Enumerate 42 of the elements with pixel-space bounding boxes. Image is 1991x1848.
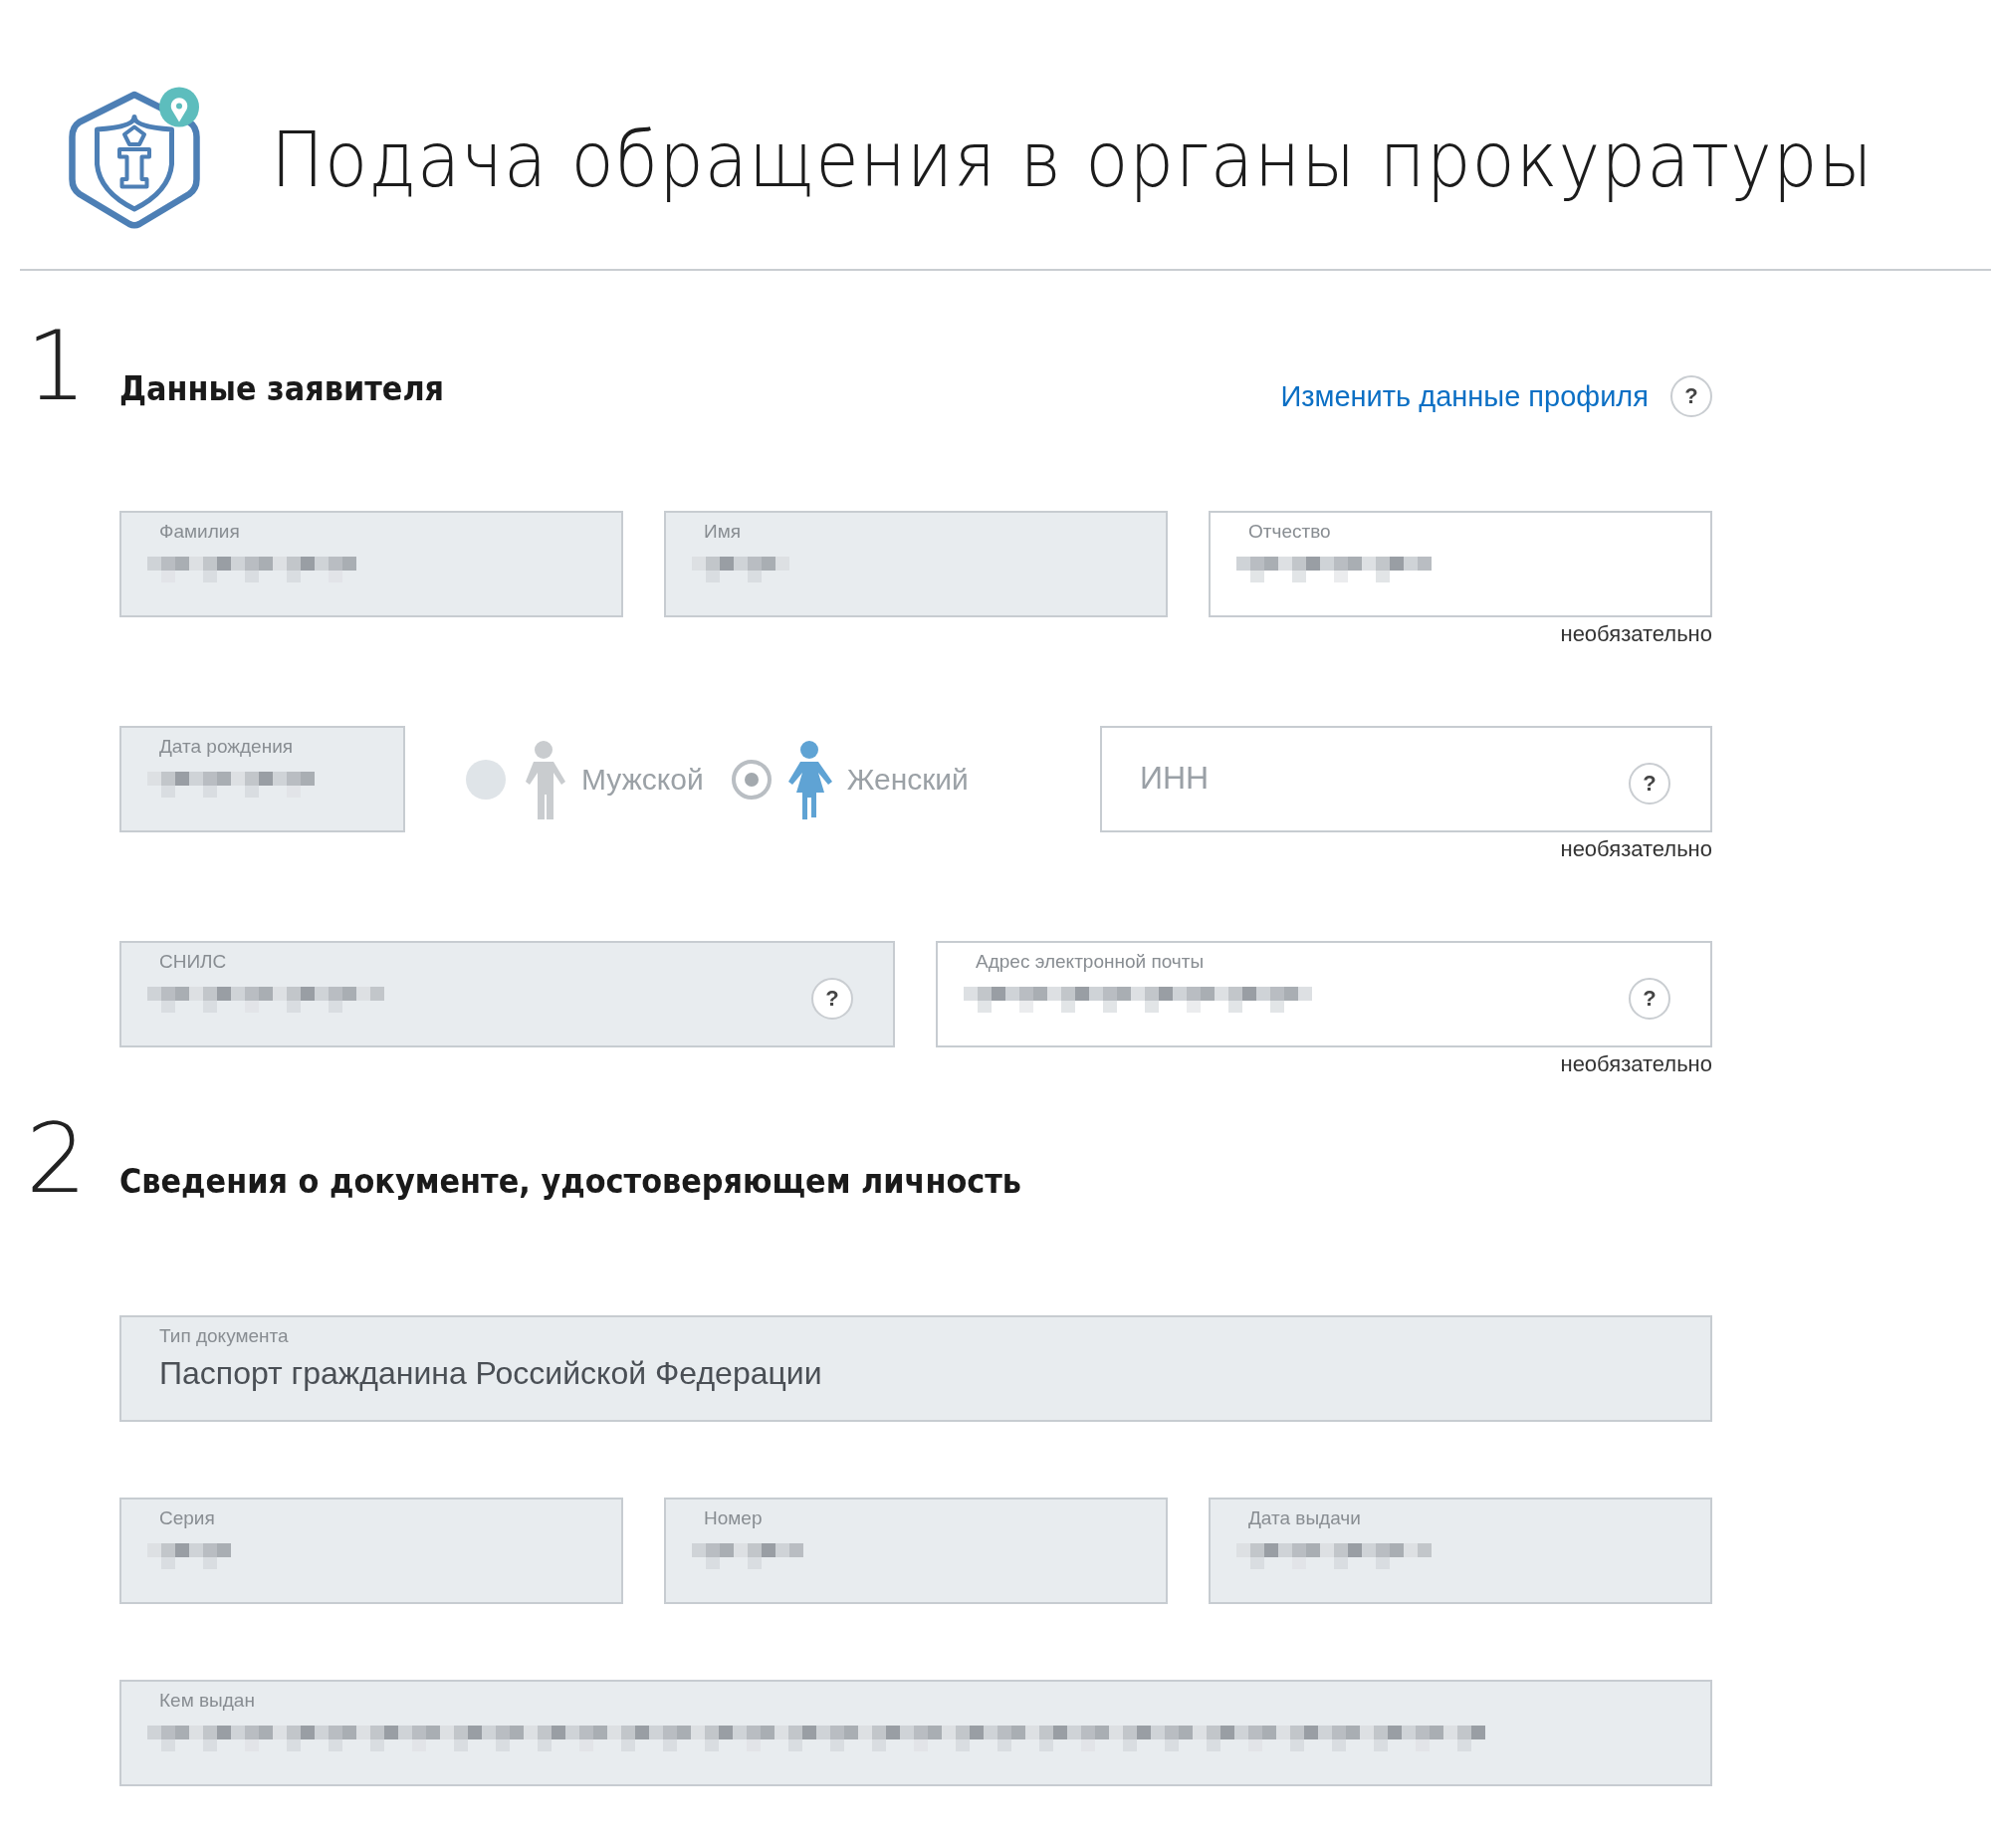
help-button[interactable]: ? <box>1670 375 1712 417</box>
field-label: Отчество <box>1248 521 1332 543</box>
optional-note: необязательно <box>1560 836 1712 863</box>
field-label: Тип документа <box>159 1325 290 1347</box>
field-label: Адрес электронной почты <box>976 951 1206 973</box>
field-label: Номер <box>704 1507 764 1529</box>
text-field[interactable]: Серия <box>119 1498 623 1604</box>
help-button[interactable]: ? <box>1629 977 1670 1020</box>
page-title: Подача обращения в органы прокуратуры <box>271 115 1874 204</box>
gender-label: Женский <box>846 762 969 797</box>
text-field[interactable]: Дата выдачи <box>1209 1498 1712 1604</box>
text-field[interactable]: СНИЛС ? <box>119 941 895 1047</box>
text-field[interactable]: Отчество <box>1209 511 1712 617</box>
field-label: Кем выдан <box>159 1690 256 1712</box>
step-number: 1 <box>25 319 89 424</box>
optional-note: необязательно <box>1560 621 1712 648</box>
field-label: Фамилия <box>159 521 241 543</box>
text-field[interactable]: Имя <box>664 511 1168 617</box>
field-placeholder: ИНН <box>1140 760 1211 797</box>
field-value: Паспорт гражданина Российской Федерации <box>159 1355 823 1392</box>
gender-radio[interactable] <box>731 759 772 800</box>
field-label: СНИЛС <box>159 951 228 973</box>
field-label: Серия <box>159 1507 216 1529</box>
edit-profile-link[interactable]: Изменить данные профиля <box>1280 379 1649 413</box>
text-field[interactable]: Дата рождения <box>119 726 405 832</box>
text-field[interactable]: Кем выдан <box>119 1680 1712 1786</box>
gender-radio[interactable] <box>466 759 506 800</box>
field-label: Имя <box>704 521 742 543</box>
text-field[interactable]: Номер <box>664 1498 1168 1604</box>
help-button[interactable]: ? <box>1629 762 1670 805</box>
text-field[interactable]: Адрес электронной почты ? <box>936 941 1712 1047</box>
optional-note: необязательно <box>1560 1051 1712 1078</box>
field-label: Дата выдачи <box>1248 1507 1362 1529</box>
section-title: Сведения о документе, удостоверяющем личность <box>119 1161 1022 1201</box>
field-label: Дата рождения <box>159 736 295 758</box>
help-button[interactable]: ? <box>811 977 853 1020</box>
text-field[interactable]: Тип документа Паспорт гражданина Российской Федерации <box>119 1315 1712 1422</box>
gender-label: Мужской <box>581 762 704 797</box>
step-number: 2 <box>25 1111 89 1217</box>
text-field[interactable]: Фамилия <box>119 511 623 617</box>
section-title: Данные заявителя <box>119 368 445 408</box>
inn-field[interactable]: ИНН ? <box>1100 726 1712 832</box>
